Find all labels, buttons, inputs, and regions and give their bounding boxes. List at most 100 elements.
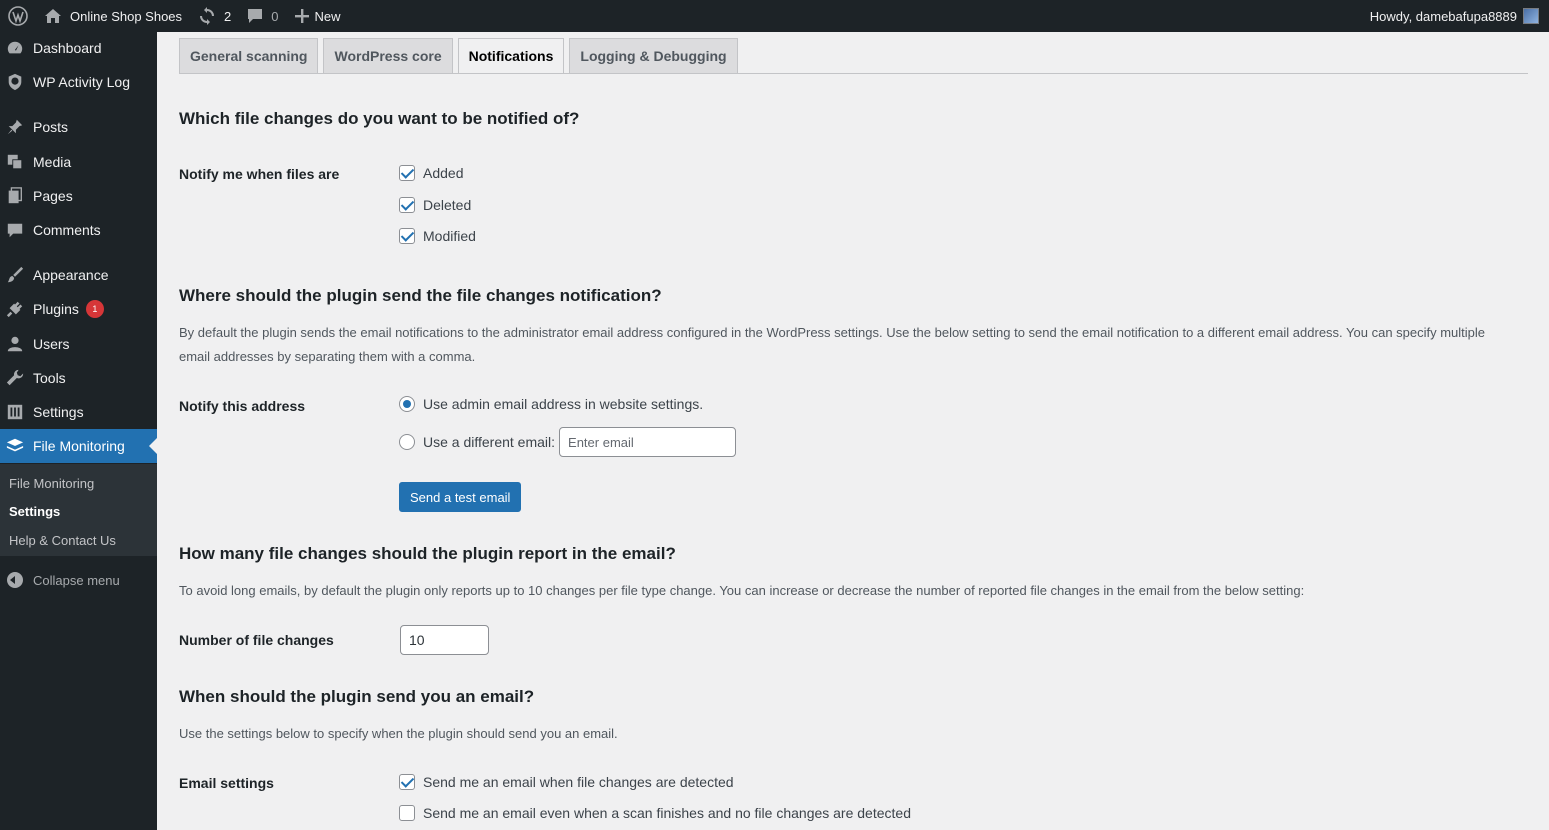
tab-general-scanning[interactable]: General scanning bbox=[179, 38, 319, 74]
main-content: General scanning WordPress core Notifica… bbox=[157, 32, 1549, 830]
shield-icon bbox=[5, 72, 25, 92]
checkbox-modified[interactable]: Modified bbox=[399, 228, 476, 244]
avatar bbox=[1523, 8, 1539, 24]
plugins-update-badge: 1 bbox=[85, 300, 104, 318]
section-desc-report-count: To avoid long emails, by default the plu… bbox=[179, 583, 1305, 598]
section-desc-send-notification: By default the plugin sends the email no… bbox=[179, 325, 1486, 364]
settings-icon bbox=[5, 402, 25, 422]
send-test-email-button[interactable]: Send a test email bbox=[399, 482, 522, 512]
checkbox-added-box[interactable] bbox=[399, 165, 415, 181]
submenu-file-monitoring[interactable]: File Monitoring bbox=[9, 476, 94, 491]
section-title-when-send: When should the plugin send you an email… bbox=[179, 687, 535, 706]
wrench-icon bbox=[5, 368, 25, 388]
new-content-link[interactable]: New bbox=[287, 0, 349, 32]
brush-icon bbox=[5, 265, 25, 285]
sidebar-item-posts[interactable]: Posts bbox=[0, 110, 157, 144]
checkbox-email-on-changes-label: Send me an email when file changes are d… bbox=[423, 774, 734, 790]
new-label: New bbox=[314, 8, 341, 24]
checkbox-email-no-changes[interactable]: Send me an email even when a scan finish… bbox=[399, 805, 911, 821]
checkbox-deleted-label: Deleted bbox=[423, 197, 472, 213]
sidebar-item-label: File Monitoring bbox=[33, 438, 125, 454]
radio-different-email[interactable]: Use a different email: bbox=[399, 427, 737, 457]
collapse-label: Collapse menu bbox=[33, 572, 120, 588]
site-name: Online Shop Shoes bbox=[70, 8, 183, 24]
sidebar-item-appearance[interactable]: Appearance bbox=[0, 258, 157, 292]
radio-different-email-label: Use a different email: bbox=[423, 434, 556, 450]
checkbox-email-no-changes-box[interactable] bbox=[399, 805, 415, 821]
tab-wordpress-core[interactable]: WordPress core bbox=[323, 38, 453, 74]
sidebar-item-media[interactable]: Media bbox=[0, 145, 157, 179]
sidebar-item-label: Plugins bbox=[33, 301, 79, 317]
checkbox-deleted-box[interactable] bbox=[399, 197, 415, 213]
checkbox-email-on-changes[interactable]: Send me an email when file changes are d… bbox=[399, 774, 734, 790]
sidebar-item-label: Dashboard bbox=[33, 40, 102, 56]
submenu-settings[interactable]: Settings bbox=[9, 504, 60, 519]
sidebar-item-settings[interactable]: Settings bbox=[0, 395, 157, 429]
pages-icon bbox=[5, 186, 25, 206]
sidebar-item-label: WP Activity Log bbox=[33, 74, 131, 90]
sidebar-item-label: Users bbox=[33, 336, 70, 352]
wordpress-logo-icon[interactable] bbox=[0, 0, 36, 32]
sidebar-item-tools[interactable]: Tools bbox=[0, 361, 157, 395]
media-icon bbox=[5, 152, 25, 172]
collapse-menu-button[interactable]: Collapse menu bbox=[0, 568, 120, 592]
sidebar-item-users[interactable]: Users bbox=[0, 327, 157, 361]
updates-link[interactable]: 2 bbox=[190, 0, 239, 32]
updates-icon bbox=[198, 7, 216, 25]
sidebar-item-comments[interactable]: Comments bbox=[0, 213, 157, 247]
sidebar-item-label: Tools bbox=[33, 370, 66, 386]
comment-icon bbox=[5, 220, 25, 240]
sidebar-item-label: Appearance bbox=[33, 267, 109, 283]
radio-admin-email[interactable]: Use admin email address in website setti… bbox=[399, 396, 703, 412]
plugin-icon bbox=[5, 299, 25, 319]
checkbox-email-on-changes-box[interactable] bbox=[399, 774, 415, 790]
section-title-file-changes: Which file changes do you want to be not… bbox=[179, 109, 580, 128]
radio-admin-email-dot[interactable] bbox=[399, 396, 415, 412]
tab-logging-debugging[interactable]: Logging & Debugging bbox=[569, 38, 738, 74]
sidebar-item-file-monitoring[interactable]: File Monitoring bbox=[0, 429, 157, 463]
file-monitoring-submenu: File Monitoring Settings Help & Contact … bbox=[0, 464, 157, 556]
plus-icon bbox=[294, 9, 309, 23]
number-of-changes-label: Number of file changes bbox=[179, 632, 334, 648]
collapse-icon bbox=[7, 572, 23, 588]
sidebar-item-pages[interactable]: Pages bbox=[0, 179, 157, 213]
sidebar-item-dashboard[interactable]: Dashboard bbox=[0, 31, 157, 65]
comments-link[interactable]: 0 bbox=[239, 0, 286, 32]
comment-icon bbox=[247, 8, 263, 24]
checkbox-added-label: Added bbox=[423, 165, 464, 181]
sidebar-item-label: Media bbox=[33, 154, 72, 170]
user-icon bbox=[5, 334, 25, 354]
sidebar-item-label: Settings bbox=[33, 404, 84, 420]
sidebar-item-label: Pages bbox=[33, 188, 73, 204]
comments-count: 0 bbox=[271, 8, 279, 24]
section-desc-when-send: Use the settings below to specify when t… bbox=[179, 726, 618, 741]
sidebar-item-label: Comments bbox=[33, 222, 101, 238]
checkbox-deleted[interactable]: Deleted bbox=[399, 197, 471, 213]
site-name-link[interactable]: Online Shop Shoes bbox=[36, 0, 190, 32]
checkbox-added[interactable]: Added bbox=[399, 165, 463, 181]
email-settings-label: Email settings bbox=[179, 775, 274, 791]
howdy-text: Howdy, damebafupa8889 bbox=[1369, 8, 1517, 24]
section-title-report-count: How many file changes should the plugin … bbox=[179, 544, 676, 563]
sidebar-item-wp-activity-log[interactable]: WP Activity Log bbox=[0, 65, 157, 99]
checkbox-email-no-changes-label: Send me an email even when a scan finish… bbox=[423, 805, 911, 821]
tab-divider bbox=[179, 73, 1528, 74]
layers-icon bbox=[5, 436, 25, 456]
sidebar-item-label: Posts bbox=[33, 119, 69, 135]
radio-admin-email-label: Use admin email address in website setti… bbox=[423, 396, 704, 412]
checkbox-modified-box[interactable] bbox=[399, 228, 415, 244]
email-field[interactable] bbox=[559, 427, 737, 457]
admin-bar: Online Shop Shoes 2 0 New Howdy, damebaf… bbox=[0, 0, 1549, 32]
tab-notifications[interactable]: Notifications bbox=[457, 38, 565, 74]
sidebar-item-plugins[interactable]: Plugins 1 bbox=[0, 292, 157, 326]
updates-count: 2 bbox=[224, 8, 232, 24]
number-of-changes-input[interactable] bbox=[400, 625, 489, 655]
pin-icon bbox=[5, 117, 25, 137]
notify-files-label: Notify me when files are bbox=[179, 166, 340, 182]
radio-different-email-dot[interactable] bbox=[399, 434, 415, 450]
admin-sidebar: Dashboard WP Activity Log Posts Media Pa… bbox=[0, 32, 157, 830]
dashboard-icon bbox=[5, 38, 25, 58]
submenu-help-contact[interactable]: Help & Contact Us bbox=[9, 533, 116, 548]
home-icon bbox=[44, 8, 62, 24]
my-account[interactable]: Howdy, damebafupa8889 bbox=[1370, 8, 1549, 24]
